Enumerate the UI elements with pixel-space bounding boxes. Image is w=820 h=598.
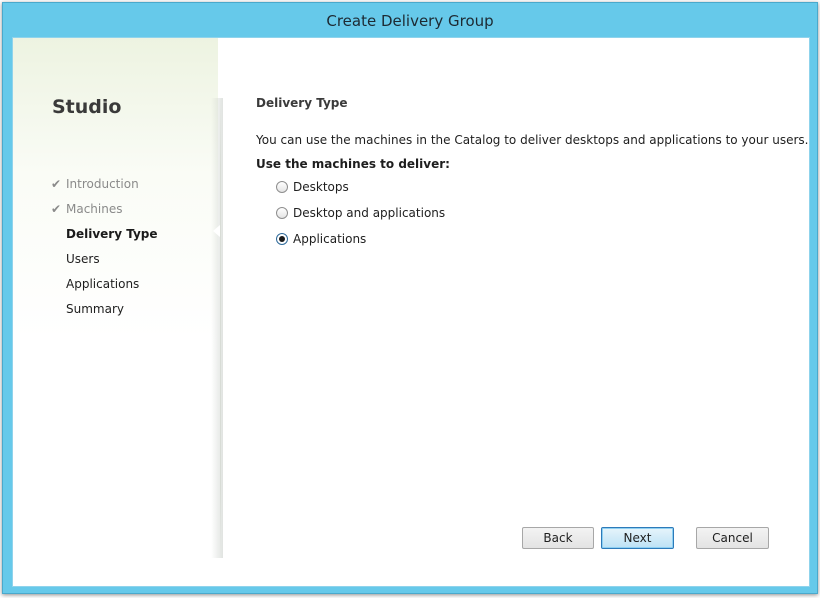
- step-applications: Applications: [51, 272, 158, 297]
- back-button[interactable]: Back: [522, 527, 594, 549]
- wizard-steps: ✔ Introduction ✔ Machines Delivery Type Us…: [51, 172, 158, 322]
- wizard-sidebar: Studio ✔ Introduction ✔ Machines Delivery …: [13, 38, 218, 586]
- radio-label[interactable]: Applications: [293, 232, 366, 246]
- step-users: Users: [51, 247, 158, 272]
- wizard-content: Delivery Type You can use the machines i…: [256, 38, 808, 586]
- radio-option-applications[interactable]: Applications: [276, 230, 366, 248]
- step-delivery-type: Delivery Type: [51, 222, 158, 247]
- sidebar-divider: [220, 98, 221, 558]
- step-label: Applications: [66, 277, 140, 291]
- radio-option-desktop-and-applications[interactable]: Desktop and applications: [276, 204, 445, 222]
- page-description: You can use the machines in the Catalog …: [256, 133, 809, 147]
- checkmark-icon: ✔: [51, 177, 62, 191]
- studio-heading: Studio: [52, 96, 122, 118]
- current-step-pointer-icon: [213, 225, 220, 237]
- page-title: Delivery Type: [256, 96, 348, 110]
- step-introduction: ✔ Introduction: [51, 172, 158, 197]
- window-title: Create Delivery Group: [326, 12, 494, 30]
- step-label: Machines: [66, 202, 123, 216]
- step-label: Summary: [66, 302, 124, 316]
- cancel-button[interactable]: Cancel: [696, 527, 769, 549]
- step-label: Introduction: [66, 177, 139, 191]
- create-delivery-group-window: Create Delivery Group Studio ✔ Introducti…: [2, 2, 818, 594]
- sidebar-divider-shadow: [211, 98, 223, 558]
- step-label: Users: [66, 252, 100, 266]
- wizard-client-area: Studio ✔ Introduction ✔ Machines Delivery …: [12, 37, 810, 587]
- checkmark-icon: ✔: [51, 202, 62, 216]
- radio-button-icon[interactable]: [276, 181, 288, 193]
- delivery-options-label: Use the machines to deliver:: [256, 157, 450, 171]
- radio-label[interactable]: Desktops: [293, 180, 349, 194]
- step-machines: ✔ Machines: [51, 197, 158, 222]
- next-button[interactable]: Next: [601, 527, 674, 549]
- radio-button-selected-icon[interactable]: [276, 233, 288, 245]
- radio-button-icon[interactable]: [276, 207, 288, 219]
- step-summary: Summary: [51, 297, 158, 322]
- radio-label[interactable]: Desktop and applications: [293, 206, 445, 220]
- radio-option-desktops[interactable]: Desktops: [276, 178, 349, 196]
- step-label: Delivery Type: [66, 227, 158, 241]
